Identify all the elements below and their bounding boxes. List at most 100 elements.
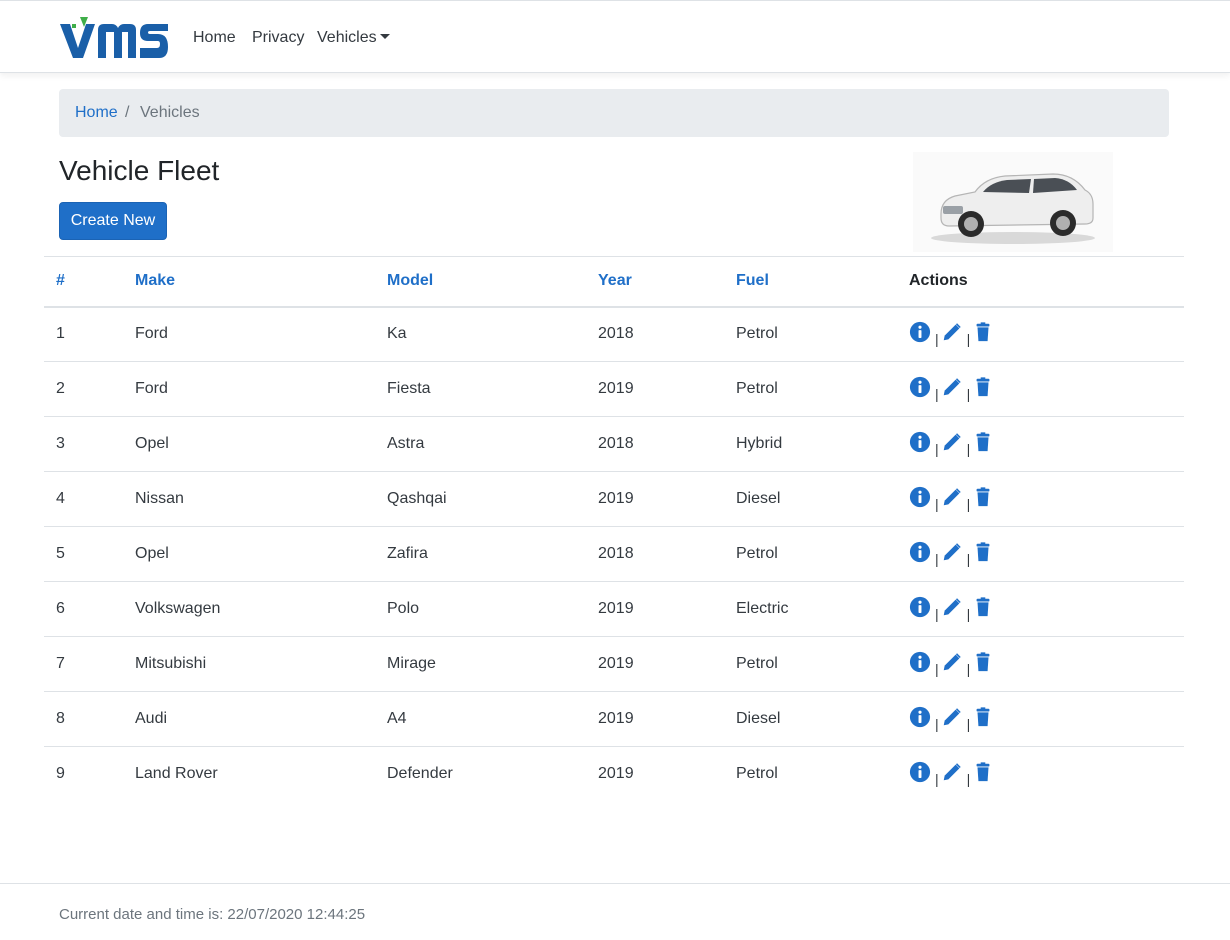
delete-action-trash-icon[interactable]: [972, 541, 994, 563]
cell-model: Polo: [375, 581, 586, 637]
top-navbar: Home Privacy Vehicles: [0, 0, 1230, 73]
details-action-info-circle-icon[interactable]: [909, 321, 931, 343]
cell-fuel: Petrol: [736, 325, 778, 343]
action-separator: |: [935, 606, 939, 623]
delete-action-trash-icon[interactable]: [972, 706, 994, 728]
delete-action-trash-icon[interactable]: [972, 596, 994, 618]
delete-action-trash-icon[interactable]: [972, 761, 994, 783]
details-action-info-circle-icon[interactable]: [909, 541, 931, 563]
action-separator: |: [935, 716, 939, 733]
edit-action-pencil-icon[interactable]: [941, 706, 963, 728]
action-separator: |: [935, 551, 939, 568]
nav-vehicles-dropdown[interactable]: Vehicles: [317, 29, 390, 47]
cell-actions: | |: [897, 471, 1184, 527]
table-row: 8 Audi A4 2019 Diesel | |: [44, 691, 1184, 747]
cell-year: 2019: [586, 471, 724, 527]
info-circle-icon: [909, 431, 931, 452]
edit-action-pencil-icon[interactable]: [941, 541, 963, 563]
edit-action-pencil-icon[interactable]: [941, 761, 963, 783]
column-header-model[interactable]: Model: [375, 256, 586, 308]
details-action-info-circle-icon[interactable]: [909, 596, 931, 618]
cell-make: Opel: [123, 526, 375, 582]
details-action-info-circle-icon[interactable]: [909, 376, 931, 398]
cell-num: 2: [44, 361, 123, 417]
details-action-info-circle-icon[interactable]: [909, 431, 931, 453]
table-row: 6 Volkswagen Polo 2019 Electric | |: [44, 581, 1184, 637]
table-row: 5 Opel Zafira 2018 Petrol | |: [44, 526, 1184, 582]
pencil-icon: [943, 763, 961, 781]
table-row: 4 Nissan Qashqai 2019 Diesel | |: [44, 471, 1184, 527]
cell-make: Ford: [123, 361, 375, 417]
cell-fuel: Petrol: [724, 746, 897, 802]
info-circle-icon: [909, 651, 931, 672]
details-action-info-circle-icon[interactable]: [909, 706, 931, 728]
column-header-num[interactable]: #: [44, 256, 123, 308]
cell-num: 5: [44, 526, 123, 582]
action-separator: |: [966, 661, 971, 678]
info-circle-icon: [909, 762, 931, 783]
info-circle-icon: [909, 596, 931, 617]
cell-fuel: Electric: [724, 581, 897, 637]
cell-actions: | |: [897, 581, 1184, 637]
details-action-info-circle-icon[interactable]: [909, 486, 931, 508]
cell-make: Volkswagen: [123, 581, 375, 637]
pencil-icon: [943, 323, 961, 341]
create-new-button[interactable]: Create New: [59, 202, 167, 240]
breadcrumb-current: Vehicles: [140, 104, 200, 121]
vms-logo[interactable]: [58, 14, 170, 62]
cell-make: Land Rover: [123, 746, 375, 802]
cell-fuel: Hybrid: [724, 416, 897, 472]
edit-action-pencil-icon[interactable]: [941, 651, 963, 673]
details-action-info-circle-icon[interactable]: [909, 761, 931, 783]
cell-make: Nissan: [123, 471, 375, 527]
cell-year: 2018: [586, 526, 724, 582]
action-separator: |: [935, 386, 939, 403]
footer: Current date and time is: 22/07/2020 12:…: [0, 883, 1230, 940]
page-title: Vehicle Fleet: [59, 155, 220, 186]
breadcrumb-home-link[interactable]: Home: [75, 104, 118, 122]
table-row: 2 Ford Fiesta 2019 Petrol | |: [44, 361, 1184, 417]
cell-fuel: Diesel: [724, 691, 897, 747]
cell-num: 3: [44, 416, 123, 472]
cell-model: Astra: [375, 416, 586, 472]
delete-action-trash-icon[interactable]: [972, 486, 994, 508]
action-separator: |: [966, 716, 971, 733]
trash-icon: [976, 487, 990, 507]
edit-action-pencil-icon[interactable]: [941, 486, 963, 508]
action-separator: |: [966, 771, 971, 788]
edit-action-pencil-icon[interactable]: [941, 376, 963, 398]
cell-make: Mitsubishi: [123, 636, 375, 692]
column-header-year[interactable]: Year: [586, 256, 724, 308]
action-separator: |: [935, 496, 939, 513]
nav-home-link[interactable]: Home: [193, 29, 236, 47]
cell-model: Defender: [375, 746, 586, 802]
cell-model: Fiesta: [375, 361, 586, 417]
cell-model: A4: [375, 691, 586, 747]
edit-action-pencil-icon[interactable]: [941, 431, 963, 453]
nav-privacy-link[interactable]: Privacy: [252, 29, 304, 47]
edit-action-pencil-icon[interactable]: [941, 596, 963, 618]
action-separator: |: [966, 606, 971, 623]
action-separator: |: [966, 386, 971, 403]
trash-icon: [976, 707, 990, 727]
info-circle-icon: [909, 541, 931, 562]
delete-action-trash-icon[interactable]: [972, 651, 994, 673]
breadcrumb: Home / Vehicles: [59, 89, 1169, 137]
column-header-fuel[interactable]: Fuel: [724, 256, 897, 308]
cell-model: Ka: [387, 325, 407, 343]
action-separator: |: [935, 771, 939, 788]
cell-model: Qashqai: [375, 471, 586, 527]
column-header-actions: Actions: [897, 256, 1184, 308]
delete-action-trash-icon[interactable]: [972, 431, 994, 453]
edit-action-pencil-icon[interactable]: [941, 321, 963, 343]
cell-actions: | |: [897, 636, 1184, 692]
car-image: [913, 152, 1113, 252]
cell-year: 2019: [586, 691, 724, 747]
delete-action-trash-icon[interactable]: [972, 321, 994, 343]
trash-icon: [976, 377, 990, 397]
details-action-info-circle-icon[interactable]: [909, 651, 931, 673]
column-header-make[interactable]: Make: [123, 256, 375, 308]
cell-model: Mirage: [375, 636, 586, 692]
pencil-icon: [943, 378, 961, 396]
delete-action-trash-icon[interactable]: [972, 376, 994, 398]
